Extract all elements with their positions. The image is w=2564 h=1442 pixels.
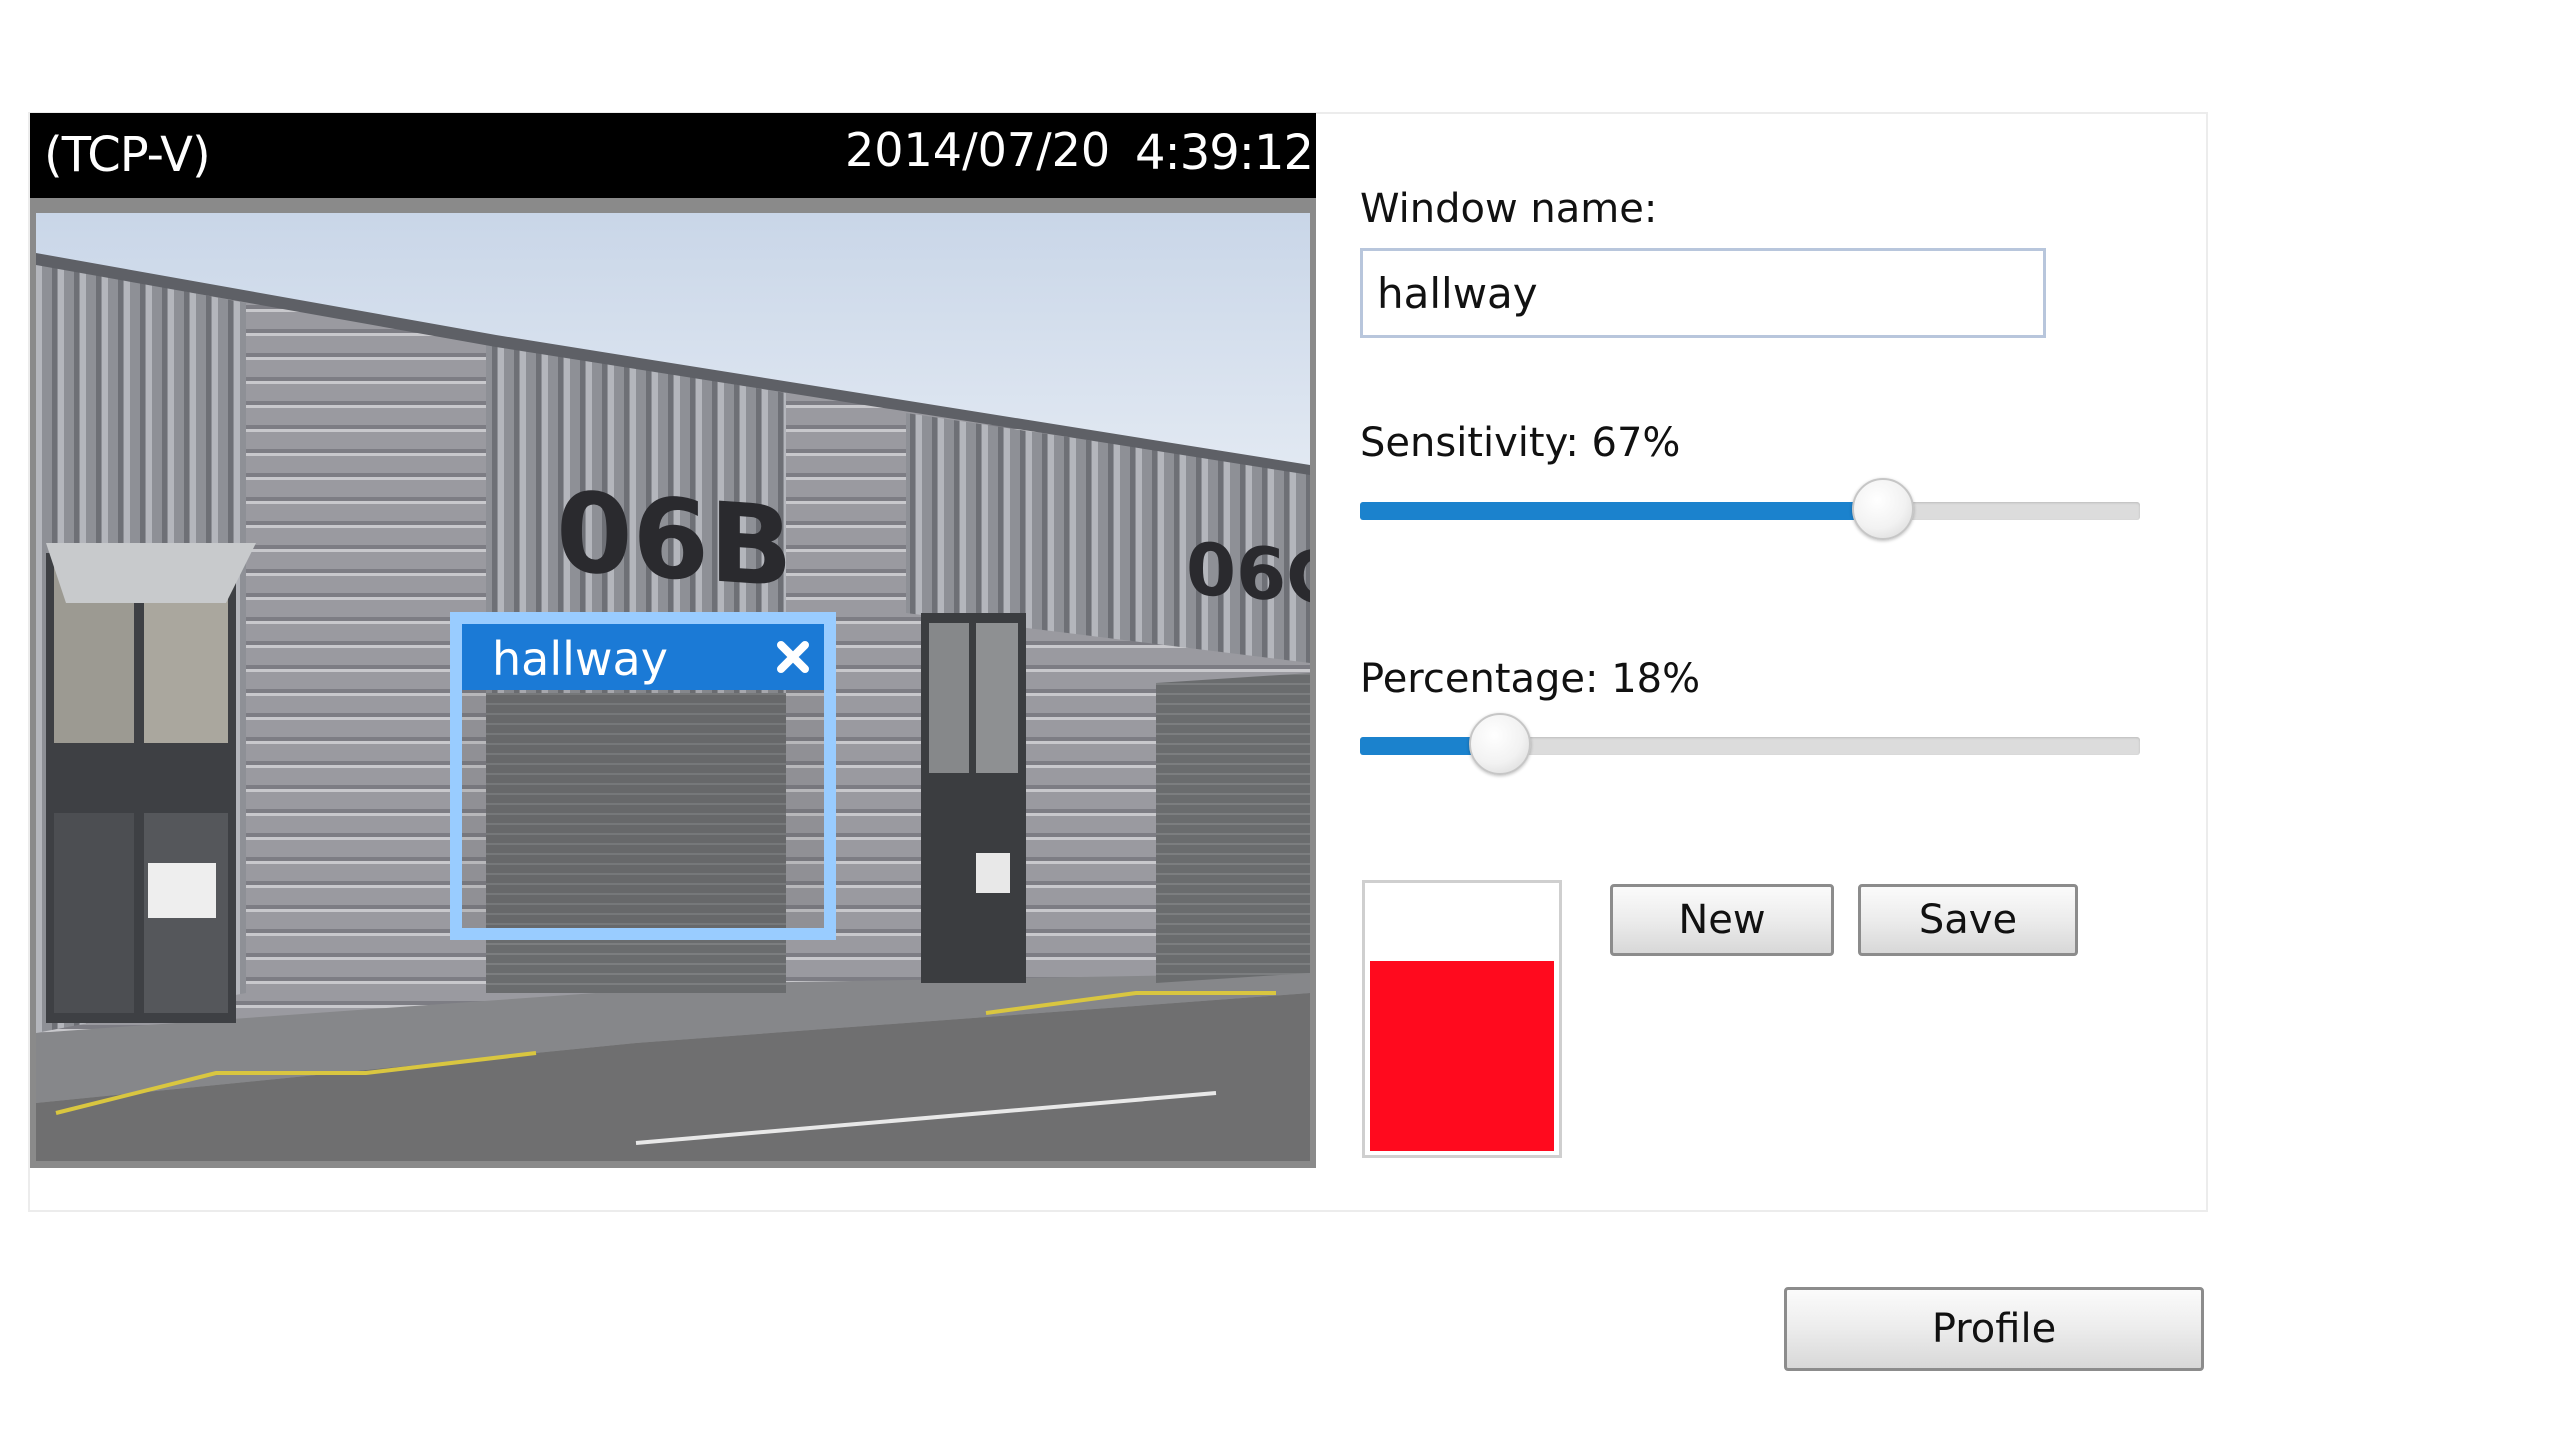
time-label: 4:39:12 bbox=[1135, 125, 1314, 181]
profile-button[interactable]: Profile bbox=[1784, 1287, 2204, 1371]
motion-level-bar bbox=[1370, 960, 1554, 1151]
motion-window-label: hallway bbox=[492, 632, 668, 686]
window-name-input[interactable] bbox=[1360, 248, 2046, 338]
percentage-slider[interactable] bbox=[1360, 713, 2140, 775]
percentage-label: Percentage: 18% bbox=[1360, 656, 1701, 702]
new-button[interactable]: New bbox=[1610, 884, 1834, 956]
sensitivity-slider[interactable] bbox=[1360, 478, 2140, 540]
date-label: 2014/07/20 bbox=[845, 123, 1111, 177]
stream-label: (TCP-V) bbox=[44, 127, 211, 183]
window-name-label: Window name: bbox=[1360, 186, 1658, 232]
motion-level-indicator bbox=[1362, 880, 1562, 1158]
svg-text:06B: 06B bbox=[556, 467, 793, 611]
video-header: (TCP-V) 2014/07/20 4:39:12 bbox=[30, 113, 1316, 198]
sensitivity-slider-thumb[interactable] bbox=[1851, 478, 1914, 540]
motion-window[interactable]: hallway bbox=[450, 612, 836, 940]
save-button[interactable]: Save bbox=[1858, 884, 2078, 956]
percentage-slider-thumb[interactable] bbox=[1469, 713, 1532, 775]
sensitivity-fill bbox=[1360, 502, 1883, 520]
sensitivity-label: Sensitivity: 67% bbox=[1360, 420, 1681, 466]
svg-text:06C: 06C bbox=[1186, 526, 1310, 621]
motion-window-titlebar[interactable]: hallway bbox=[462, 624, 824, 690]
close-icon[interactable] bbox=[774, 638, 812, 676]
